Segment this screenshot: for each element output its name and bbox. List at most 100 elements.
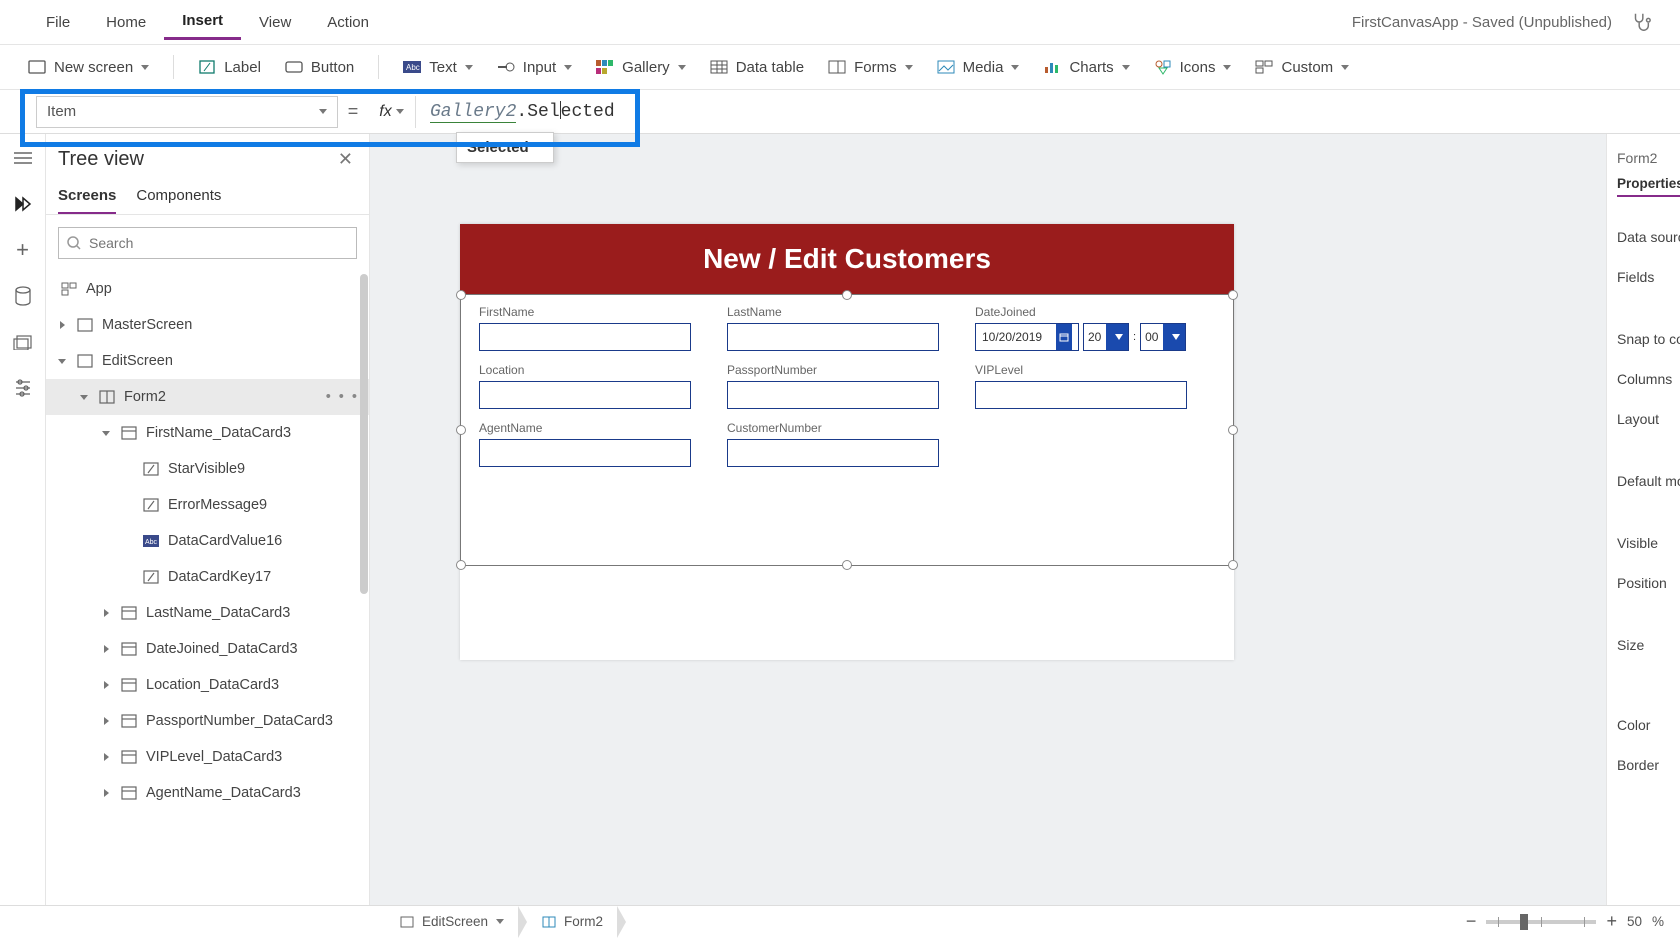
prop-row[interactable]: Position (1617, 563, 1680, 603)
prop-row[interactable]: Color (1617, 705, 1680, 745)
breadcrumb-control[interactable]: Form2 (528, 906, 617, 937)
tree-view-icon[interactable] (12, 194, 34, 214)
scrollbar[interactable] (360, 274, 368, 594)
tree-item[interactable]: PassportNumber_DataCard3 (46, 703, 369, 739)
menu-home[interactable]: Home (88, 6, 164, 39)
prop-row[interactable]: Fields (1617, 257, 1680, 297)
text-input[interactable] (479, 323, 691, 351)
text-input[interactable] (479, 381, 691, 409)
canvas-area[interactable]: New / Edit Customers FirstNameLastNameDa… (370, 134, 1606, 905)
tree-item[interactable]: Location_DataCard3 (46, 667, 369, 703)
more-icon[interactable]: • • • (326, 389, 359, 405)
selection-handle[interactable] (456, 425, 466, 435)
menu-insert[interactable]: Insert (164, 4, 241, 40)
tree-item[interactable]: VIPLevel_DataCard3 (46, 739, 369, 775)
add-icon[interactable]: + (12, 240, 34, 260)
hour-dropdown[interactable]: 20 (1083, 323, 1129, 351)
menu-view[interactable]: View (241, 6, 309, 39)
ribbon-text[interactable]: Abc Text (403, 59, 473, 76)
prop-row[interactable]: Size (1617, 625, 1680, 665)
text-input[interactable] (727, 381, 939, 409)
tree-item[interactable]: AbcDataCardValue16 (46, 523, 369, 559)
breadcrumb-label: Form2 (564, 914, 603, 929)
ribbon-media[interactable]: Media (937, 59, 1020, 76)
properties-tab[interactable]: Properties (1617, 176, 1680, 197)
zoom-thumb[interactable] (1520, 914, 1528, 930)
close-icon[interactable]: ✕ (338, 149, 353, 170)
selection-handle[interactable] (456, 290, 466, 300)
prop-row[interactable]: Default mod (1617, 461, 1680, 501)
calendar-icon[interactable] (1056, 324, 1072, 350)
prop-row[interactable]: Border (1617, 745, 1680, 785)
menu-file[interactable]: File (28, 6, 88, 39)
tree-item[interactable]: DataCardKey17 (46, 559, 369, 595)
ribbon-forms[interactable]: Forms (828, 59, 913, 76)
tree-item[interactable]: ErrorMessage9 (46, 487, 369, 523)
chevron-right-icon[interactable] (100, 717, 112, 725)
prop-row[interactable]: Snap to colu (1617, 319, 1680, 359)
settings-icon[interactable] (12, 378, 34, 398)
prop-row[interactable]: Data source (1617, 217, 1680, 257)
prop-row[interactable]: Visible (1617, 523, 1680, 563)
tab-screens[interactable]: Screens (58, 181, 116, 214)
fx-button[interactable]: fx (368, 96, 416, 128)
selection-handle[interactable] (842, 560, 852, 570)
tree-app[interactable]: App (46, 271, 369, 307)
form2-control[interactable]: FirstNameLastNameDateJoined 10/20/2019 2… (460, 294, 1234, 566)
menu-action[interactable]: Action (309, 6, 387, 39)
selection-handle[interactable] (1228, 290, 1238, 300)
chevron-right-icon[interactable] (100, 681, 112, 689)
tree-item[interactable]: EditScreen (46, 343, 369, 379)
text-input[interactable] (975, 381, 1187, 409)
tree-search[interactable] (58, 227, 357, 259)
search-input[interactable] (89, 235, 348, 251)
breadcrumb-screen[interactable]: EditScreen (386, 906, 518, 937)
property-selector[interactable]: Item (36, 96, 338, 128)
ribbon-gallery[interactable]: Gallery (596, 59, 686, 76)
tab-components[interactable]: Components (136, 181, 221, 214)
ribbon-button[interactable]: Button (285, 59, 354, 76)
minute-dropdown[interactable]: 00 (1140, 323, 1186, 351)
date-input[interactable]: 10/20/2019 (975, 323, 1079, 351)
selection-handle[interactable] (456, 560, 466, 570)
chevron-right-icon[interactable] (100, 753, 112, 761)
text-input[interactable] (727, 439, 939, 467)
zoom-slider[interactable] (1486, 920, 1596, 924)
ribbon-new-screen[interactable]: New screen (28, 59, 149, 76)
ribbon-input[interactable]: Input (497, 59, 572, 76)
selection-handle[interactable] (1228, 560, 1238, 570)
intellisense-suggestion[interactable]: Selected (456, 132, 554, 163)
ribbon-data-table[interactable]: Data table (710, 59, 804, 76)
media-rail-icon[interactable] (12, 332, 34, 352)
text-input[interactable] (479, 439, 691, 467)
chevron-down-icon[interactable] (78, 395, 90, 400)
chevron-down-icon[interactable] (56, 359, 68, 364)
ribbon-label[interactable]: Label (198, 59, 261, 76)
zoom-out-button[interactable]: − (1466, 911, 1477, 932)
tree-item[interactable]: LastName_DataCard3 (46, 595, 369, 631)
ribbon-icons[interactable]: Icons (1154, 59, 1232, 76)
tree-item[interactable]: AgentName_DataCard3 (46, 775, 369, 811)
ribbon-custom[interactable]: Custom (1255, 59, 1349, 76)
tree-item[interactable]: Form2• • • (46, 379, 369, 415)
zoom-in-button[interactable]: + (1606, 911, 1617, 932)
chevron-right-icon[interactable] (100, 789, 112, 797)
prop-row[interactable]: Layout (1617, 399, 1680, 439)
tree-item[interactable]: MasterScreen (46, 307, 369, 343)
hamburger-icon[interactable] (12, 148, 34, 168)
chevron-down-icon[interactable] (100, 431, 112, 436)
selection-handle[interactable] (1228, 425, 1238, 435)
chevron-right-icon[interactable] (100, 645, 112, 653)
tree-item[interactable]: StarVisible9 (46, 451, 369, 487)
prop-row[interactable]: Columns (1617, 359, 1680, 399)
text-input[interactable] (727, 323, 939, 351)
diagnostics-icon[interactable] (1630, 11, 1652, 33)
data-icon[interactable] (12, 286, 34, 306)
tree-item[interactable]: FirstName_DataCard3 (46, 415, 369, 451)
chevron-right-icon[interactable] (56, 321, 68, 329)
tree-item[interactable]: DateJoined_DataCard3 (46, 631, 369, 667)
ribbon-charts[interactable]: Charts (1043, 59, 1129, 76)
formula-input[interactable]: Gallery2.Selected (416, 102, 615, 122)
selection-handle[interactable] (842, 290, 852, 300)
chevron-right-icon[interactable] (100, 609, 112, 617)
